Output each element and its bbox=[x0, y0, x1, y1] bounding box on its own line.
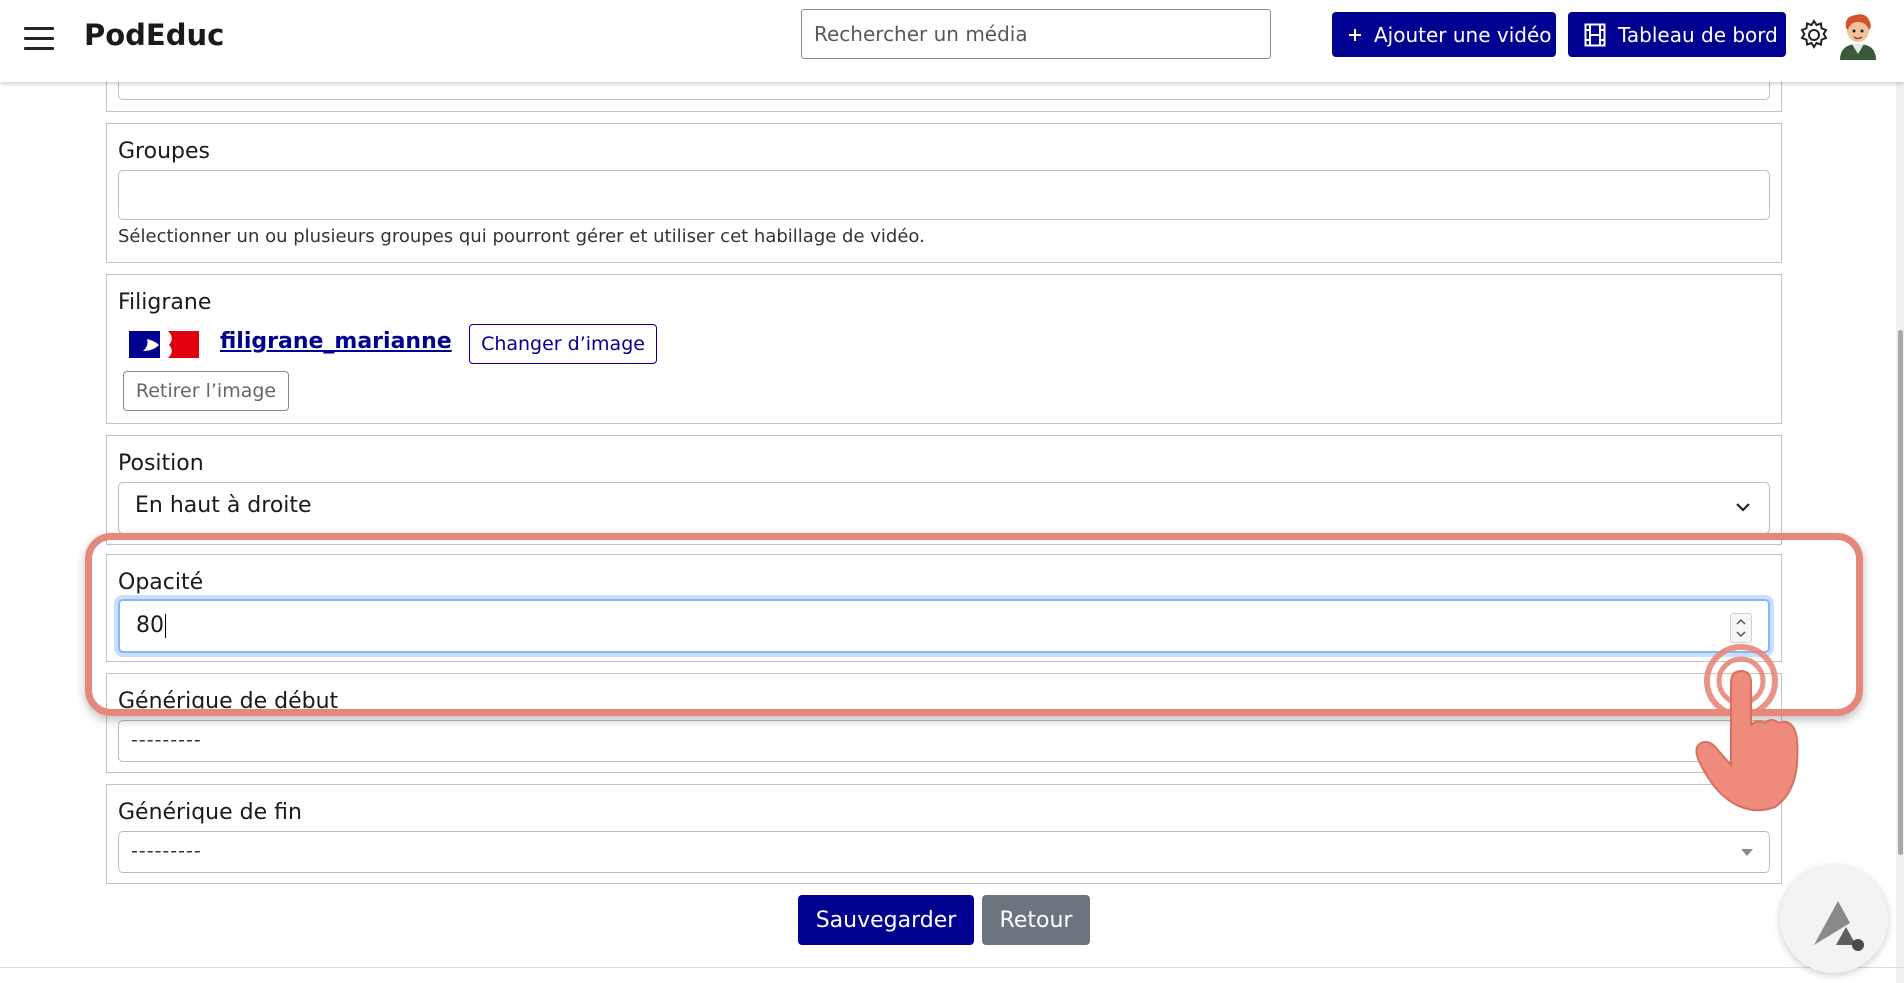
groupes-label: Groupes bbox=[118, 139, 210, 164]
dashboard-button[interactable]: Tableau de bord bbox=[1568, 12, 1786, 57]
dashboard-label: Tableau de bord bbox=[1618, 22, 1778, 47]
generique-fin-selected-value: --------- bbox=[131, 840, 202, 862]
gear-icon[interactable] bbox=[1797, 18, 1831, 52]
generique-debut-select[interactable]: --------- bbox=[118, 720, 1770, 762]
filigrane-label: Filigrane bbox=[118, 290, 212, 315]
marianne-logo-thumbnail bbox=[129, 331, 199, 358]
generique-debut-label: Générique de début bbox=[118, 689, 339, 714]
spinner-arrows-icon bbox=[1736, 618, 1746, 638]
generique-debut-panel: Générique de début --------- bbox=[106, 673, 1782, 773]
opacite-panel: Opacité 80 bbox=[106, 554, 1782, 662]
save-button[interactable]: Sauvegarder bbox=[798, 895, 974, 945]
menu-icon[interactable] bbox=[24, 26, 54, 50]
brand-logo[interactable]: PodEduc bbox=[84, 18, 224, 52]
avatar[interactable] bbox=[1836, 10, 1880, 60]
filigrane-panel: Filigrane filigrane_marianne Changer d’i… bbox=[106, 274, 1782, 424]
number-spinner[interactable] bbox=[1730, 613, 1752, 643]
back-button[interactable]: Retour bbox=[982, 895, 1090, 945]
opacite-label: Opacité bbox=[118, 570, 204, 595]
add-video-label: Ajouter une vidéo bbox=[1374, 22, 1552, 47]
groupes-input[interactable] bbox=[118, 170, 1770, 220]
dropdown-arrow-icon bbox=[1741, 849, 1753, 856]
film-icon bbox=[1584, 23, 1606, 47]
plus-icon bbox=[1348, 28, 1362, 42]
generique-fin-panel: Générique de fin --------- bbox=[106, 784, 1782, 884]
filigrane-file-link[interactable]: filigrane_marianne bbox=[220, 329, 452, 354]
groupes-panel: Groupes Sélectionner un ou plusieurs gro… bbox=[106, 123, 1782, 263]
footer-divider bbox=[0, 967, 1904, 968]
top-navbar: PodEduc Ajouter une vidéo Tableau de bor… bbox=[0, 0, 1904, 82]
groupes-help-text: Sélectionner un ou plusieurs groupes qui… bbox=[118, 226, 925, 247]
change-image-button[interactable]: Changer d’image bbox=[469, 324, 657, 364]
opacite-value: 80 bbox=[136, 613, 166, 638]
position-selected-value: En haut à droite bbox=[135, 493, 312, 518]
dropdown-arrow-icon bbox=[1741, 738, 1753, 745]
brand-triangle-icon bbox=[1814, 901, 1864, 951]
generique-debut-selected-value: --------- bbox=[131, 729, 202, 751]
accessibility-fab[interactable] bbox=[1780, 865, 1888, 973]
position-select[interactable]: En haut à droite bbox=[118, 482, 1770, 534]
chevron-down-icon bbox=[1736, 503, 1750, 512]
generique-fin-label: Générique de fin bbox=[118, 800, 302, 825]
page-scrollbar-thumb[interactable] bbox=[1898, 330, 1903, 855]
add-video-button[interactable]: Ajouter une vidéo bbox=[1332, 12, 1556, 57]
search-input[interactable] bbox=[801, 9, 1271, 59]
remove-image-button[interactable]: Retirer l’image bbox=[123, 371, 289, 411]
opacite-number-input[interactable]: 80 bbox=[118, 599, 1770, 653]
generique-fin-select[interactable]: --------- bbox=[118, 831, 1770, 873]
position-label: Position bbox=[118, 451, 204, 476]
position-panel: Position En haut à droite bbox=[106, 435, 1782, 545]
